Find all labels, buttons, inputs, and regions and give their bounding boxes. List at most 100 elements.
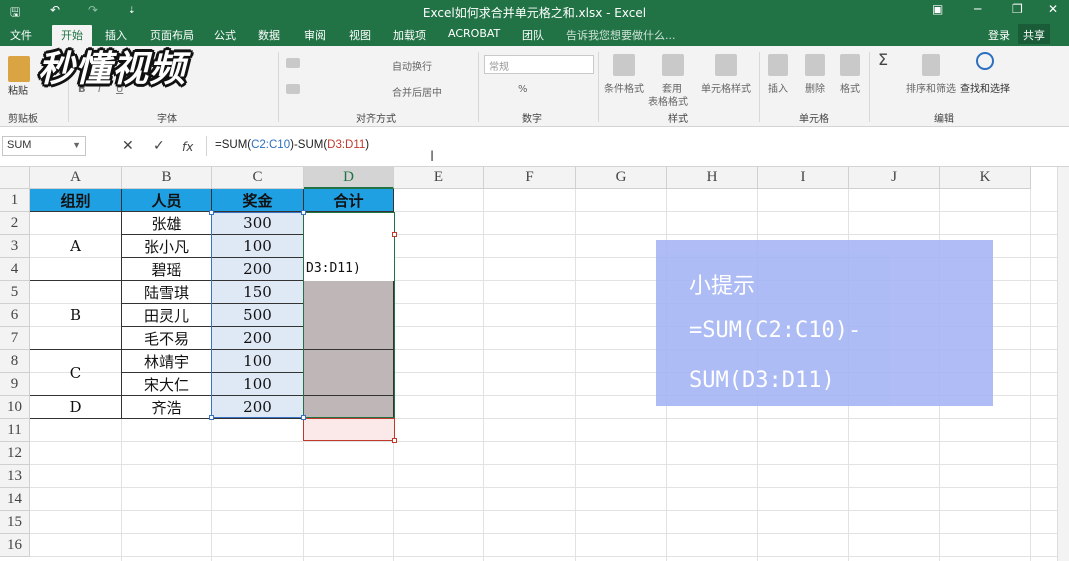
person-cell[interactable]: 宋大仁 (122, 373, 212, 396)
column-header-k[interactable]: K (940, 167, 1031, 189)
tab-view[interactable]: 视图 (349, 27, 371, 43)
person-cell[interactable]: 林靖宇 (122, 350, 212, 373)
align-top-icon[interactable] (286, 58, 300, 68)
range-handle[interactable] (209, 210, 214, 215)
bonus-header[interactable]: 奖金 (212, 189, 304, 212)
tab-data[interactable]: 数据 (258, 27, 280, 43)
conditional-format-icon[interactable] (613, 54, 635, 76)
insert-cells-button[interactable]: 插入 (768, 80, 788, 95)
tell-me-search[interactable]: 告诉我您想要做什么... (566, 27, 676, 43)
row-header-2[interactable]: 2 (0, 212, 30, 235)
cell-style-button[interactable]: 单元格样式 (701, 80, 751, 95)
tab-review[interactable]: 审阅 (304, 27, 326, 43)
name-box[interactable]: SUM ▼ (2, 136, 86, 156)
column-header-i[interactable]: I (758, 167, 849, 189)
row-header-10[interactable]: 10 (0, 396, 30, 419)
delete-cells-icon[interactable] (805, 54, 825, 76)
insert-cells-icon[interactable] (768, 54, 788, 76)
row-header-11[interactable]: 11 (0, 419, 30, 442)
tab-formulas[interactable]: 公式 (214, 27, 236, 43)
person-cell[interactable]: 齐浩 (122, 396, 212, 419)
column-header-a[interactable]: A (30, 167, 122, 189)
row-header-8[interactable]: 8 (0, 350, 30, 373)
row-header-12[interactable]: 12 (0, 442, 30, 465)
group-cell-a[interactable]: A (30, 212, 122, 281)
tab-file[interactable]: 文件 (10, 27, 32, 43)
minimize-icon[interactable]: ─ (974, 2, 981, 16)
share-button[interactable]: 共享 (1018, 24, 1050, 44)
row-header-5[interactable]: 5 (0, 281, 30, 304)
tab-team[interactable]: 团队 (522, 27, 544, 43)
sort-filter-button[interactable]: 排序和筛选 (906, 80, 956, 95)
select-all-corner[interactable] (0, 167, 30, 189)
format-cells-icon[interactable] (840, 54, 860, 76)
person-cell[interactable]: 陆雪琪 (122, 281, 212, 304)
column-header-c[interactable]: C (212, 167, 304, 189)
range-handle[interactable] (301, 210, 306, 215)
find-select-icon[interactable] (976, 52, 994, 70)
format-cells-button[interactable]: 格式 (840, 80, 860, 95)
group-cell-c[interactable]: C (30, 350, 122, 396)
enter-icon[interactable]: ✓ (153, 138, 165, 154)
range-highlight-d11[interactable] (303, 418, 395, 441)
cancel-icon[interactable]: ✕ (122, 138, 134, 154)
paste-button[interactable]: 粘贴 (8, 82, 28, 97)
conditional-format-button[interactable]: 条件格式 (604, 80, 644, 95)
insert-function-icon[interactable]: fx (182, 140, 193, 154)
find-select-button[interactable]: 查找和选择 (960, 80, 1010, 95)
chevron-down-icon[interactable]: ▼ (72, 140, 81, 150)
range-handle[interactable] (392, 438, 397, 443)
tab-acrobat[interactable]: ACROBAT (448, 27, 500, 40)
close-icon[interactable]: ✕ (1048, 2, 1058, 16)
range-handle[interactable] (301, 415, 306, 420)
row-header-7[interactable]: 7 (0, 327, 30, 350)
login-link[interactable]: 登录 (988, 27, 1010, 43)
autosum-icon[interactable]: Σ (878, 50, 888, 69)
row-header-13[interactable]: 13 (0, 465, 30, 488)
group-cell-d[interactable]: D (30, 396, 122, 419)
delete-cells-button[interactable]: 删除 (805, 80, 825, 95)
column-header-d[interactable]: D (304, 167, 394, 189)
row-header-3[interactable]: 3 (0, 235, 30, 258)
total-header[interactable]: 合计 (304, 189, 394, 212)
row-header-1[interactable]: 1 (0, 189, 30, 212)
column-header-j[interactable]: J (849, 167, 940, 189)
merge-center-button[interactable]: 合并后居中 (392, 84, 442, 99)
row-header-4[interactable]: 4 (0, 258, 30, 281)
restore-icon[interactable]: ❐ (1012, 2, 1023, 16)
paste-icon[interactable] (8, 56, 30, 82)
person-cell[interactable]: 毛不易 (122, 327, 212, 350)
person-cell[interactable]: 碧瑶 (122, 258, 212, 281)
grid-line (483, 189, 484, 561)
column-header-e[interactable]: E (394, 167, 484, 189)
wrap-text-button[interactable]: 自动换行 (392, 58, 432, 73)
person-cell[interactable]: 张小凡 (122, 235, 212, 258)
range-handle[interactable] (392, 232, 397, 237)
person-cell[interactable]: 张雄 (122, 212, 212, 235)
row-header-6[interactable]: 6 (0, 304, 30, 327)
column-header-g[interactable]: G (576, 167, 667, 189)
tab-addins[interactable]: 加载项 (393, 27, 426, 43)
row-header-16[interactable]: 16 (0, 534, 30, 557)
group-cell-b[interactable]: B (30, 281, 122, 350)
align-left-icon[interactable] (286, 84, 300, 94)
range-handle[interactable] (209, 415, 214, 420)
cell-style-icon[interactable] (715, 54, 737, 76)
format-as-table-icon[interactable] (662, 54, 684, 76)
number-format-select[interactable]: 常规 (484, 55, 594, 74)
ribbon-display-icon[interactable]: ▣ (932, 2, 943, 16)
vertical-scrollbar[interactable] (1057, 167, 1069, 561)
row-header-15[interactable]: 15 (0, 511, 30, 534)
group-header[interactable]: 组别 (30, 189, 122, 212)
sort-filter-icon[interactable] (922, 54, 940, 76)
row-header-9[interactable]: 9 (0, 373, 30, 396)
row-header-14[interactable]: 14 (0, 488, 30, 511)
column-header-b[interactable]: B (122, 167, 212, 189)
format-as-table-label-2[interactable]: 表格格式 (648, 93, 688, 108)
person-header[interactable]: 人员 (122, 189, 212, 212)
person-cell[interactable]: 田灵儿 (122, 304, 212, 327)
percent-button[interactable]: % (518, 84, 528, 95)
column-header-f[interactable]: F (484, 167, 576, 189)
formula-input[interactable]: =SUM(C2:C10)-SUM(D3:D11) (206, 136, 1066, 156)
column-header-h[interactable]: H (667, 167, 758, 189)
